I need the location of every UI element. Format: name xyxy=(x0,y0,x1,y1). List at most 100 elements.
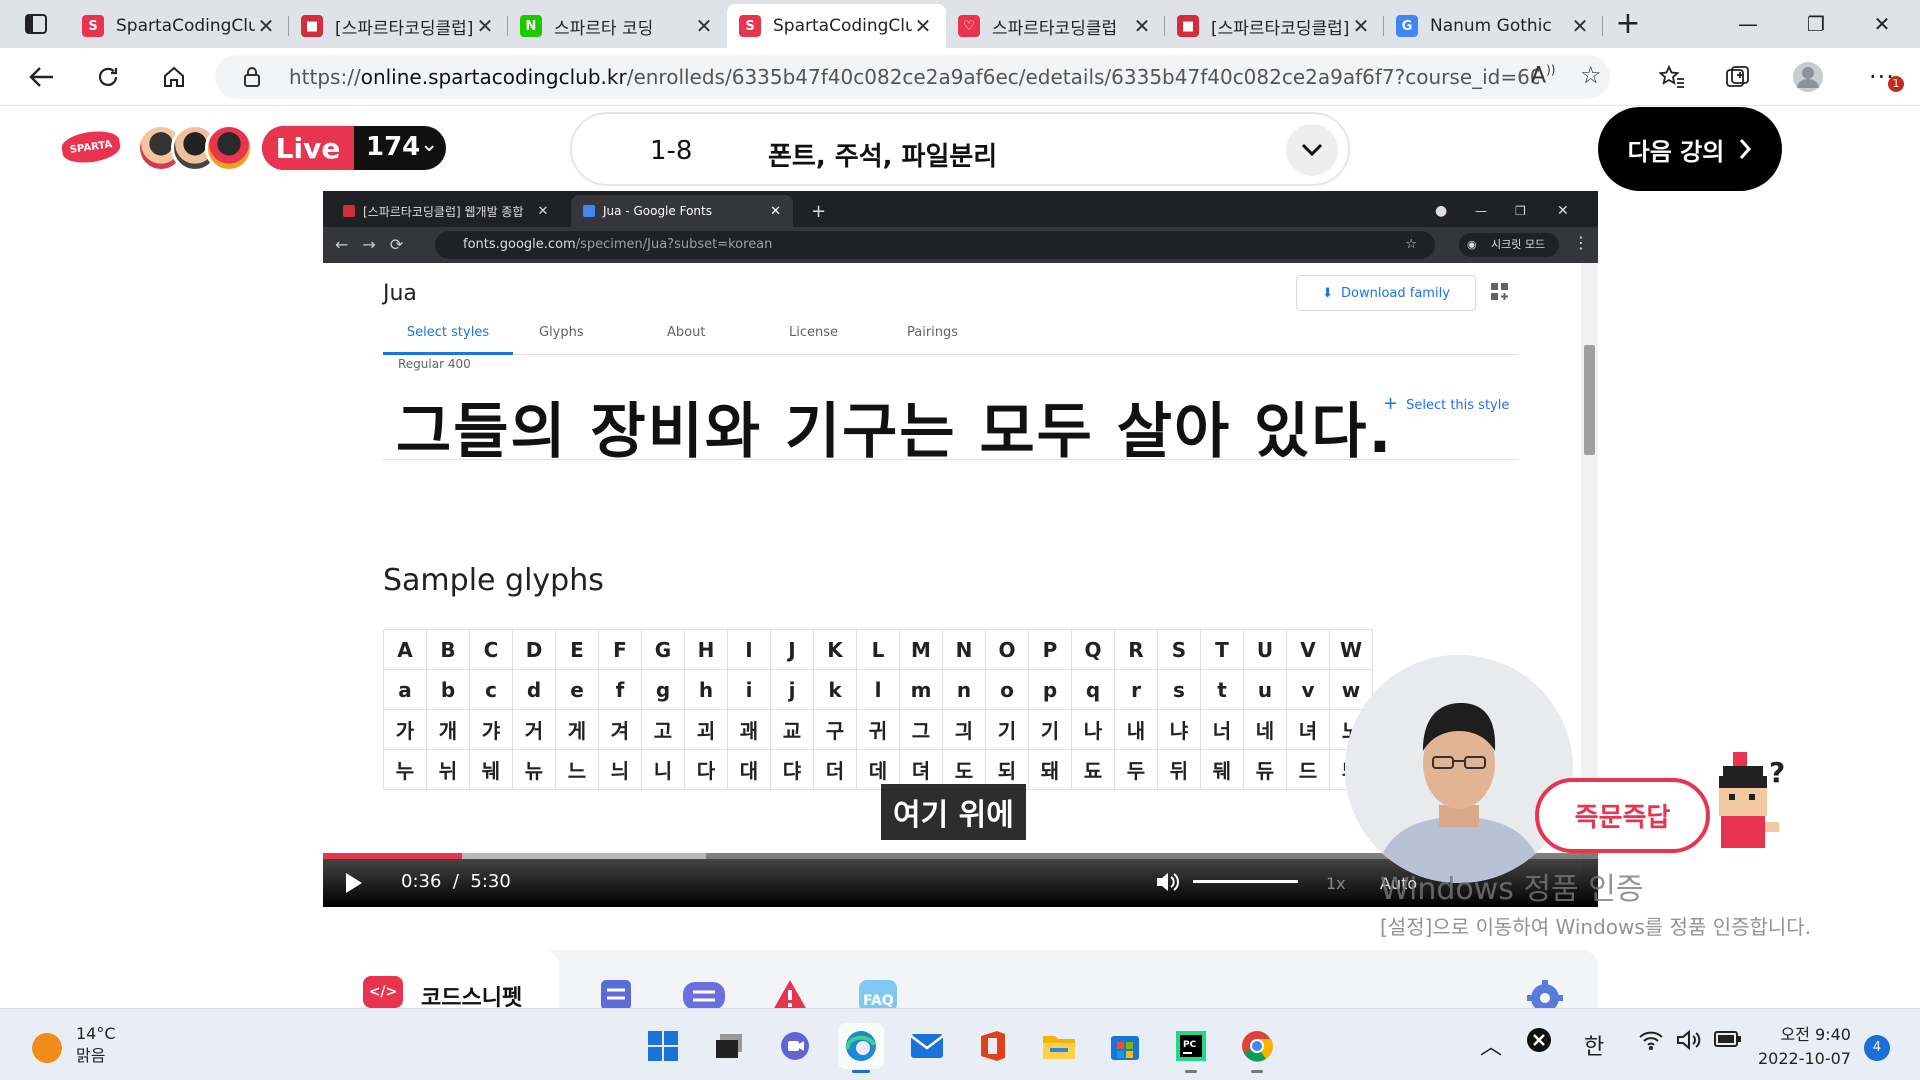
warning-icon[interactable] xyxy=(771,978,809,1012)
settings-menu-icon[interactable]: ··· 1 xyxy=(1862,60,1904,94)
video-menu-icon: ⋮ xyxy=(1573,233,1589,252)
tab-title: SpartaCodingClub xyxy=(773,16,912,36)
microsoft-store-icon[interactable] xyxy=(1102,1023,1148,1069)
gear-icon[interactable] xyxy=(1525,978,1565,1012)
instant-qa-badge[interactable]: 즉문즉답 xyxy=(1535,778,1710,853)
pycharm-icon[interactable]: PC xyxy=(1168,1023,1214,1073)
playback-speed[interactable]: 1x xyxy=(1326,874,1346,893)
volume-slider[interactable] xyxy=(1193,880,1298,883)
ime-indicator[interactable]: 한 xyxy=(1584,1029,1604,1061)
glyph-cell: 기 xyxy=(985,709,1029,750)
chevron-down-icon: ⌄ xyxy=(420,132,439,157)
lesson-selector[interactable]: 1-8 폰트, 주석, 파일분리 xyxy=(570,112,1350,186)
instructor-webcam xyxy=(1345,655,1573,883)
windows-activation-watermark: Windows 정품 인증 [설정]으로 이동하여 Windows를 정품 인증… xyxy=(1380,864,1860,940)
browser-tab[interactable]: ■ [스파르타코딩클럽] ✕ xyxy=(1165,4,1384,48)
back-arrow-icon[interactable] xyxy=(22,60,62,94)
favorites-icon[interactable] xyxy=(1652,60,1692,94)
glyph-cell: a xyxy=(383,669,427,710)
wifi-icon[interactable] xyxy=(1638,1029,1664,1057)
close-tab-icon[interactable]: ✕ xyxy=(255,14,277,38)
browser-tab[interactable]: N 스파르타 코딩 ✕ xyxy=(508,4,727,48)
browser-tab[interactable]: ■ [스파르타코딩클럽] ✕ xyxy=(289,4,508,48)
teams-chat-icon[interactable] xyxy=(772,1023,818,1069)
glyph-cell: 두 xyxy=(1114,749,1158,790)
battery-icon[interactable] xyxy=(1714,1029,1742,1054)
reload-icon[interactable] xyxy=(88,60,128,94)
add-favorite-icon[interactable]: ☆ xyxy=(1580,61,1602,89)
favicon-icon: S xyxy=(739,15,761,37)
weather-widget[interactable]: 14°C 맑음 xyxy=(76,1023,116,1067)
chrome-icon[interactable] xyxy=(1234,1023,1280,1073)
chevron-up-icon[interactable]: ︿ xyxy=(1480,1029,1502,1061)
close-tab-icon[interactable]: ✕ xyxy=(1131,14,1153,38)
live-viewer-avatars xyxy=(137,124,253,174)
file-explorer-icon[interactable] xyxy=(1036,1023,1082,1069)
close-window-button[interactable]: ✕ xyxy=(1852,0,1912,48)
glyph-cell: F xyxy=(598,629,642,670)
favicon-icon: ■ xyxy=(1177,15,1199,37)
speaker-icon[interactable] xyxy=(1676,1029,1702,1057)
notification-badge[interactable]: 4 xyxy=(1864,1035,1890,1061)
glyph-cell: 녀 xyxy=(1286,709,1330,750)
video-time: 0:36 / 5:30 xyxy=(401,871,511,892)
scrollbar-thumb xyxy=(1584,345,1595,455)
browser-tab[interactable]: S SpartaCodingClub ✕ xyxy=(727,4,946,48)
sparta-logo[interactable]: SPARTA xyxy=(60,128,122,166)
tab-title: [스파르타코딩클럽] xyxy=(335,18,474,39)
temperature: 14°C xyxy=(76,1024,116,1043)
close-tab-icon[interactable]: ✕ xyxy=(693,14,715,38)
video-tab-active: Jua - Google Fonts ✕ xyxy=(571,195,793,227)
glyph-cell: E xyxy=(555,629,599,670)
read-aloud-icon[interactable]: A)) xyxy=(1531,63,1555,88)
sun-icon[interactable] xyxy=(32,1033,62,1063)
glyph-cell: U xyxy=(1243,629,1287,670)
glyph-cell: 가 xyxy=(383,709,427,750)
faq-icon[interactable]: FAQ xyxy=(857,978,899,1012)
close-tab-icon[interactable]: ✕ xyxy=(1350,14,1372,38)
play-icon[interactable] xyxy=(345,872,363,894)
live-count: 174 xyxy=(366,132,421,162)
home-icon[interactable] xyxy=(154,60,194,94)
chevron-down-icon[interactable] xyxy=(1286,124,1338,176)
live-viewers-dropdown[interactable]: Live 174 ⌄ xyxy=(262,126,446,170)
glyph-cell: 댜 xyxy=(770,749,814,790)
tab-code-snippet[interactable]: </> 코드스니펫 xyxy=(323,950,559,1011)
tab-actions-icon[interactable] xyxy=(14,8,58,40)
avatar xyxy=(205,124,253,172)
minimize-button[interactable]: — xyxy=(1718,0,1778,48)
glyph-cell: 너 xyxy=(1200,709,1244,750)
close-tab-icon[interactable]: ✕ xyxy=(474,14,496,38)
volume-icon[interactable] xyxy=(1155,871,1179,893)
close-tab-icon[interactable]: ✕ xyxy=(1569,14,1591,38)
close-tab-icon[interactable]: ✕ xyxy=(912,14,934,38)
system-clock[interactable]: 오전 9:40 2022-10-07 xyxy=(1758,1023,1851,1071)
video-address-bar: ←→⟳ fonts.google.com/specimen/Jua?subset… xyxy=(323,227,1598,263)
mail-icon[interactable] xyxy=(904,1023,950,1069)
vpn-tray-icon[interactable] xyxy=(1526,1027,1552,1059)
lock-icon[interactable] xyxy=(243,66,261,92)
gf-tab-bar: Select styles Glyphs About License Pairi… xyxy=(383,325,1518,355)
browser-tab[interactable]: ♡ 스파르타코딩클럽 ✕ xyxy=(946,4,1165,48)
chat-icon[interactable] xyxy=(681,978,727,1010)
address-bar[interactable]: https://online.spartacodingclub.kr/enrol… xyxy=(215,55,1610,99)
start-button[interactable] xyxy=(640,1023,686,1069)
new-tab-button[interactable]: + xyxy=(1610,6,1646,42)
video-star-icon: ☆ xyxy=(1405,237,1417,252)
office-icon[interactable] xyxy=(970,1023,1016,1069)
checklist-icon[interactable] xyxy=(599,978,633,1010)
browser-tab[interactable]: S SpartaCodingClub ✕ xyxy=(70,4,289,48)
glyph-cell: I xyxy=(727,629,771,670)
edge-browser-icon[interactable] xyxy=(838,1023,884,1073)
running-indicator xyxy=(1251,1070,1263,1073)
collections-icon[interactable] xyxy=(1718,60,1758,94)
restore-button[interactable]: ❐ xyxy=(1786,0,1846,48)
video-tab: [스파르타코딩클럽] 웹개발 종합 ✕ xyxy=(331,195,569,227)
menu-notification-badge: 1 xyxy=(1888,76,1904,92)
sparta-mascot-icon[interactable]: ? xyxy=(1705,752,1795,862)
next-lecture-button[interactable]: 다음 강의 xyxy=(1598,107,1782,191)
profile-avatar[interactable] xyxy=(1788,60,1828,94)
incognito-icon: ◉ xyxy=(1467,238,1477,251)
browser-tab[interactable]: G Nanum Gothic ✕ xyxy=(1384,4,1603,48)
task-view-icon[interactable] xyxy=(706,1023,752,1069)
